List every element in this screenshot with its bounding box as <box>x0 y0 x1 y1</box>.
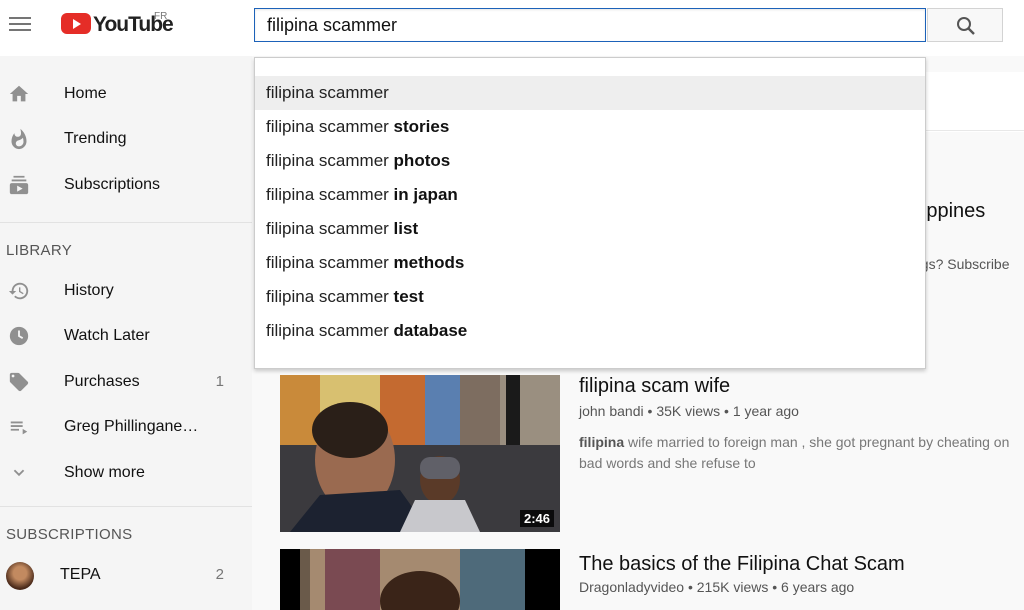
flame-icon <box>11 128 27 150</box>
suggestion-base: filipina scammer <box>266 117 394 136</box>
result-subtitle-fragment: ags? Subscribe <box>913 256 1010 272</box>
sidebar-item-show-more[interactable]: Show more <box>0 451 252 495</box>
suggestion-item[interactable]: filipina scammer photos <box>255 144 925 178</box>
sidebar-item-label: Subscriptions <box>64 176 161 193</box>
sidebar-item-channel[interactable]: TEPA 2 <box>0 553 252 597</box>
video-duration: 2:46 <box>519 510 554 527</box>
search-icon <box>957 17 975 35</box>
sidebar-item-label: Purchases <box>64 373 140 390</box>
sidebar-item-playlist[interactable]: Greg Phillingane… <box>0 405 252 449</box>
subscriptions-heading: SUBSCRIPTIONS <box>6 526 133 543</box>
sidebar: Home Trending Subscriptions LIBRARY Hist… <box>0 56 252 610</box>
video-description: filipina wife married to foreign man , s… <box>579 432 1024 474</box>
playlist-icon <box>10 421 28 435</box>
video-meta: Dragonladyvideo • 215K views • 6 years a… <box>579 579 855 595</box>
thumbnail-image <box>280 549 560 610</box>
suggestion-completion: methods <box>393 253 465 272</box>
library-heading: LIBRARY <box>6 242 73 259</box>
sidebar-item-label: Watch Later <box>64 327 150 344</box>
sidebar-item-label: Show more <box>64 464 145 481</box>
suggestion-completion: in japan <box>393 185 458 204</box>
sidebar-divider <box>0 506 252 507</box>
home-icon <box>9 85 29 102</box>
avatar <box>6 562 34 590</box>
search-suggestions: filipina scammer filipina scammer storie… <box>254 57 926 369</box>
suggestion-completion: list <box>393 219 419 238</box>
suggestion-base: filipina scammer <box>266 83 389 102</box>
channel-name[interactable]: john bandi <box>579 403 644 419</box>
tag-icon <box>9 372 29 392</box>
clock-icon <box>9 326 29 346</box>
sidebar-item-subscriptions[interactable]: Subscriptions <box>0 163 252 207</box>
suggestion-item[interactable]: filipina scammer test <box>255 280 925 314</box>
desc-text: wife married to foreign man , she got pr… <box>579 434 1010 471</box>
suggestion-base: filipina scammer <box>266 253 394 272</box>
suggestion-base: filipina scammer <box>266 219 394 238</box>
sidebar-divider <box>0 222 252 223</box>
video-title[interactable]: The basics of the Filipina Chat Scam <box>579 553 905 576</box>
sidebar-item-label: Home <box>64 85 107 102</box>
sidebar-item-label: Trending <box>64 130 127 147</box>
menu-icon[interactable] <box>9 14 31 32</box>
subscriptions-icon <box>9 175 29 195</box>
suggestion-base: filipina scammer <box>266 287 394 306</box>
country-code: FR <box>154 11 168 22</box>
sidebar-item-label: History <box>64 282 114 299</box>
sidebar-item-count: 1 <box>215 373 224 390</box>
sidebar-item-label: Greg Phillingane… <box>64 418 199 435</box>
video-thumbnail[interactable] <box>280 549 560 610</box>
history-icon <box>8 282 29 300</box>
suggestion-item[interactable]: filipina scammer methods <box>255 246 925 280</box>
suggestion-base: filipina scammer <box>266 151 394 170</box>
suggestion-item[interactable]: filipina scammer stories <box>255 110 925 144</box>
search-box[interactable] <box>254 8 926 42</box>
suggestion-completion: stories <box>393 117 450 136</box>
play-logo-icon <box>61 13 91 34</box>
suggestion-base: filipina scammer <box>266 321 394 340</box>
sidebar-item-label: TEPA <box>60 566 101 583</box>
suggestion-completion: database <box>393 321 468 340</box>
video-title[interactable]: filipina scam wife <box>579 375 730 398</box>
upload-age: 1 year ago <box>732 403 799 419</box>
view-count: 215K views <box>696 579 769 595</box>
suggestion-item[interactable]: filipina scammer list <box>255 212 925 246</box>
suggestion-item[interactable]: filipina scammer in japan <box>255 178 925 212</box>
view-count: 35K views <box>656 403 721 419</box>
search-input[interactable] <box>267 15 907 36</box>
sidebar-item-count: 2 <box>215 566 224 583</box>
suggestion-item[interactable]: filipina scammer <box>255 76 925 110</box>
chevron-down-icon <box>13 469 25 477</box>
video-result: 2:46 filipina scam wife john bandi • 35K… <box>280 375 1024 532</box>
upload-age: 6 years ago <box>781 579 855 595</box>
search-button[interactable] <box>927 8 1003 42</box>
sidebar-item-purchases[interactable]: Purchases 1 <box>0 360 252 404</box>
video-result: The basics of the Filipina Chat Scam Dra… <box>280 549 1024 610</box>
sidebar-item-watch-later[interactable]: Watch Later <box>0 314 252 358</box>
channel-name[interactable]: Dragonladyvideo <box>579 579 684 595</box>
desc-highlight: filipina <box>579 434 625 450</box>
video-meta: john bandi • 35K views • 1 year ago <box>579 403 799 419</box>
suggestion-item[interactable]: filipina scammer database <box>255 314 925 348</box>
sidebar-item-home[interactable]: Home <box>0 72 252 116</box>
suggestion-completion: photos <box>393 151 451 170</box>
sidebar-item-trending[interactable]: Trending <box>0 117 252 161</box>
masthead: YouTube FR <box>0 0 1024 56</box>
sidebar-item-history[interactable]: History <box>0 269 252 313</box>
suggestion-base: filipina scammer <box>266 185 394 204</box>
thumbnail-image <box>280 375 560 532</box>
suggestion-completion: test <box>393 287 424 306</box>
video-thumbnail[interactable]: 2:46 <box>280 375 560 532</box>
